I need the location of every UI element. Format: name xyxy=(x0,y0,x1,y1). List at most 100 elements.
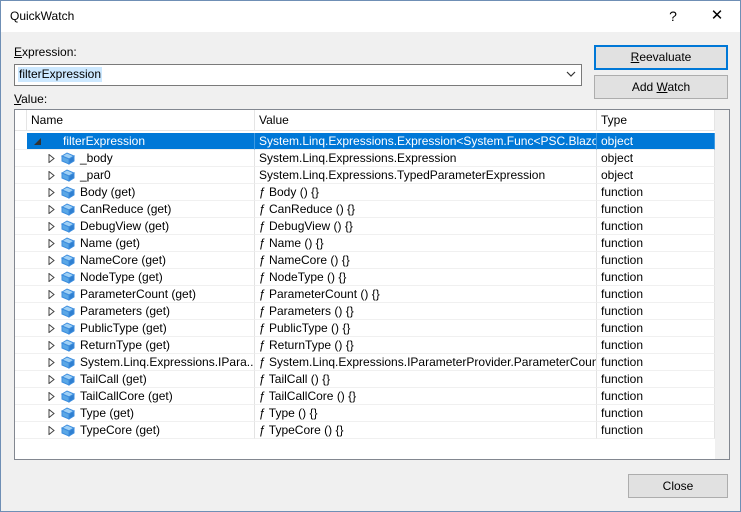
expand-icon[interactable] xyxy=(47,205,56,214)
reevaluate-button[interactable]: Reevaluate xyxy=(594,45,728,70)
expand-icon[interactable] xyxy=(47,171,56,180)
name-cell[interactable]: Type (get) xyxy=(27,405,255,422)
table-row[interactable]: _par0 System.Linq.Expressions.TypedParame… xyxy=(15,167,715,184)
value-cell[interactable]: ƒ DebugView () {} xyxy=(255,218,597,235)
table-row[interactable]: Parameters (get) ƒ Parameters () {} functi… xyxy=(15,303,715,320)
column-header-type[interactable]: Type xyxy=(597,110,715,130)
table-row[interactable]: Body (get) ƒ Body () {} function xyxy=(15,184,715,201)
type-cell: function xyxy=(597,184,715,201)
object-member-icon xyxy=(61,220,75,233)
table-row[interactable]: Name (get) ƒ Name () {} function xyxy=(15,235,715,252)
expression-combobox[interactable]: filterExpression xyxy=(14,64,582,86)
value-label-rest: alue: xyxy=(21,92,48,106)
expand-icon[interactable] xyxy=(47,341,56,350)
add-watch-button[interactable]: Add Watch xyxy=(594,75,728,99)
name-cell[interactable]: ReturnType (get) xyxy=(27,337,255,354)
name-cell[interactable]: Body (get) xyxy=(27,184,255,201)
value-cell[interactable]: ƒ TailCall () {} xyxy=(255,371,597,388)
name-cell[interactable]: TailCall (get) xyxy=(27,371,255,388)
object-member-icon xyxy=(61,237,75,250)
name-cell[interactable]: Parameters (get) xyxy=(27,303,255,320)
type-cell: function xyxy=(597,286,715,303)
value-cell[interactable]: System.Linq.Expressions.TypedParameterEx… xyxy=(255,167,597,184)
expand-icon[interactable] xyxy=(47,222,56,231)
table-row[interactable]: PublicType (get) ƒ PublicType () {} functi… xyxy=(15,320,715,337)
close-window-button[interactable]: ✕ xyxy=(701,4,733,28)
expand-icon[interactable] xyxy=(47,375,56,384)
name-text: TailCall (get) xyxy=(80,372,147,386)
name-cell[interactable]: _par0 xyxy=(27,167,255,184)
table-row[interactable]: NodeType (get) ƒ NodeType () {} function xyxy=(15,269,715,286)
help-button[interactable]: ? xyxy=(658,4,688,28)
expand-icon[interactable] xyxy=(47,290,56,299)
value-cell[interactable]: ƒ Parameters () {} xyxy=(255,303,597,320)
name-text: PublicType (get) xyxy=(80,321,167,335)
table-row[interactable]: ParameterCount (get) ƒ ParameterCount () … xyxy=(15,286,715,303)
expand-icon[interactable] xyxy=(47,239,56,248)
type-cell: function xyxy=(597,371,715,388)
table-row[interactable]: NameCore (get) ƒ NameCore () {} function xyxy=(15,252,715,269)
vertical-scrollbar[interactable] xyxy=(715,110,729,459)
collapse-icon[interactable] xyxy=(33,137,42,146)
expand-icon[interactable] xyxy=(47,256,56,265)
table-row[interactable]: ReturnType (get) ƒ ReturnType () {} functi… xyxy=(15,337,715,354)
table-row[interactable]: DebugView (get) ƒ DebugView () {} function xyxy=(15,218,715,235)
name-cell[interactable]: CanReduce (get) xyxy=(27,201,255,218)
table-row[interactable]: CanReduce (get) ƒ CanReduce () {} function xyxy=(15,201,715,218)
expand-icon[interactable] xyxy=(47,409,56,418)
value-cell[interactable]: ƒ TailCallCore () {} xyxy=(255,388,597,405)
column-header-name[interactable]: Name xyxy=(27,110,255,130)
table-row[interactable]: filterExpression System.Linq.Expressions.… xyxy=(15,133,715,150)
expand-icon[interactable] xyxy=(47,188,56,197)
table-row[interactable]: TailCall (get) ƒ TailCall () {} function xyxy=(15,371,715,388)
name-cell[interactable]: PublicType (get) xyxy=(27,320,255,337)
close-button[interactable]: Close xyxy=(628,474,728,498)
value-cell[interactable]: ƒ System.Linq.Expressions.IParameterProv… xyxy=(255,354,597,371)
name-cell[interactable]: NameCore (get) xyxy=(27,252,255,269)
value-cell[interactable]: ƒ PublicType () {} xyxy=(255,320,597,337)
value-cell[interactable]: ƒ NodeType () {} xyxy=(255,269,597,286)
expand-icon[interactable] xyxy=(47,307,56,316)
value-cell[interactable]: ƒ ParameterCount () {} xyxy=(255,286,597,303)
value-cell[interactable]: ƒ Body () {} xyxy=(255,184,597,201)
expand-icon[interactable] xyxy=(47,426,56,435)
table-row[interactable]: _body System.Linq.Expressions.Expression o… xyxy=(15,150,715,167)
row-gutter xyxy=(15,218,27,235)
type-cell: function xyxy=(597,252,715,269)
value-cell[interactable]: ƒ TypeCore () {} xyxy=(255,422,597,439)
value-cell[interactable]: ƒ Type () {} xyxy=(255,405,597,422)
name-cell[interactable]: DebugView (get) xyxy=(27,218,255,235)
object-member-icon xyxy=(61,305,75,318)
window-title: QuickWatch xyxy=(10,9,75,23)
value-cell[interactable]: ƒ Name () {} xyxy=(255,235,597,252)
value-cell[interactable]: System.Linq.Expressions.Expression<Syste… xyxy=(255,133,597,150)
table-row[interactable]: System.Linq.Expressions.IPara... ƒ System… xyxy=(15,354,715,371)
column-header-value[interactable]: Value xyxy=(255,110,597,130)
chevron-down-icon[interactable] xyxy=(565,68,577,80)
name-cell[interactable]: Name (get) xyxy=(27,235,255,252)
name-cell[interactable]: NodeType (get) xyxy=(27,269,255,286)
value-cell[interactable]: ƒ NameCore () {} xyxy=(255,252,597,269)
name-cell[interactable]: ParameterCount (get) xyxy=(27,286,255,303)
expression-input[interactable]: filterExpression xyxy=(18,67,103,82)
value-cell[interactable]: ƒ ReturnType () {} xyxy=(255,337,597,354)
name-cell[interactable]: _body xyxy=(27,150,255,167)
expand-icon[interactable] xyxy=(47,273,56,282)
value-cell[interactable]: System.Linq.Expressions.Expression xyxy=(255,150,597,167)
expression-label-rest: xpression: xyxy=(22,45,77,59)
name-cell[interactable]: TypeCore (get) xyxy=(27,422,255,439)
name-text: filterExpression xyxy=(63,134,146,148)
expand-icon[interactable] xyxy=(47,358,56,367)
name-cell[interactable]: TailCallCore (get) xyxy=(27,388,255,405)
expand-icon[interactable] xyxy=(47,324,56,333)
table-row[interactable]: Type (get) ƒ Type () {} function xyxy=(15,405,715,422)
expand-icon[interactable] xyxy=(47,154,56,163)
table-row[interactable]: TailCallCore (get) ƒ TailCallCore () {} fu… xyxy=(15,388,715,405)
type-cell: function xyxy=(597,337,715,354)
watch-grid[interactable]: Name Value Type filterExpression System.L… xyxy=(14,109,730,460)
name-cell[interactable]: System.Linq.Expressions.IPara... xyxy=(27,354,255,371)
value-cell[interactable]: ƒ CanReduce () {} xyxy=(255,201,597,218)
expand-icon[interactable] xyxy=(47,392,56,401)
name-cell[interactable]: filterExpression xyxy=(27,133,255,150)
table-row[interactable]: TypeCore (get) ƒ TypeCore () {} function xyxy=(15,422,715,439)
